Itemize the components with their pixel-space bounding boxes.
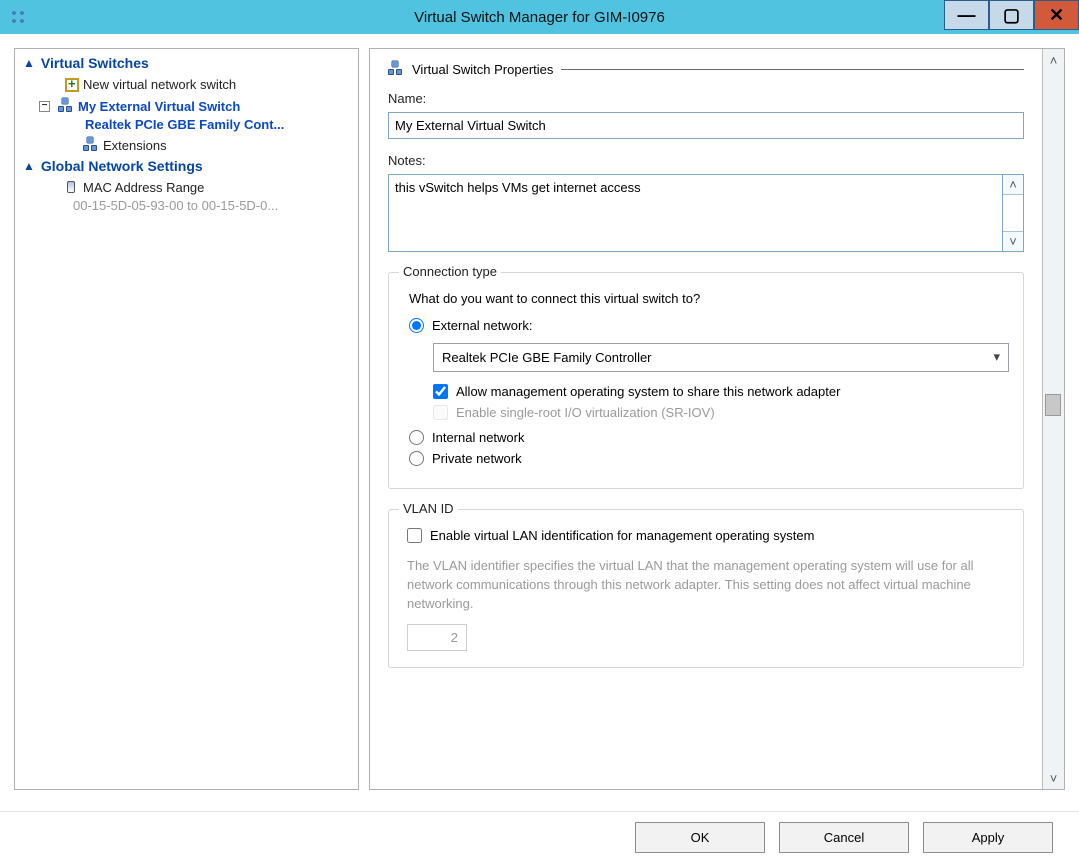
connection-type-question: What do you want to connect this virtual… — [409, 291, 1009, 306]
section-label: Virtual Switches — [41, 55, 149, 71]
name-input[interactable] — [388, 112, 1024, 139]
cancel-button[interactable]: Cancel — [779, 822, 909, 853]
new-switch-icon — [63, 76, 79, 92]
checkbox-label: Enable single-root I/O virtualization (S… — [456, 405, 715, 420]
main-scrollbar[interactable]: ˄ ˅ — [1042, 49, 1064, 789]
notes-label: Notes: — [388, 153, 1024, 168]
notes-textarea[interactable] — [388, 174, 1002, 252]
extensions-icon — [83, 137, 99, 153]
vlan-help-text: The VLAN identifier specifies the virtua… — [407, 557, 1005, 614]
window-title: Virtual Switch Manager for GIM-I0976 — [414, 9, 665, 26]
vswitch-icon — [58, 98, 74, 114]
dialog-footer: OK Cancel Apply — [0, 811, 1079, 867]
vswitch-icon — [388, 61, 404, 77]
close-button[interactable]: ✕ — [1034, 0, 1079, 30]
scroll-up-icon[interactable]: ˄ — [1003, 175, 1023, 195]
radio-label: External network: — [432, 318, 532, 333]
checkbox-label: Enable virtual LAN identification for ma… — [430, 528, 814, 543]
chevron-up-icon: ▲ — [23, 56, 35, 70]
collapse-icon[interactable]: − — [39, 101, 50, 112]
window-buttons: — ▢ ✕ — [944, 0, 1079, 30]
checkbox-enable-vlan-input[interactable] — [407, 528, 422, 543]
radio-private-network[interactable]: Private network — [409, 451, 1009, 466]
checkbox-sriov-input — [433, 405, 448, 420]
scroll-up-icon[interactable]: ˄ — [1043, 49, 1064, 71]
adapter-select-value: Realtek PCIe GBE Family Controller — [442, 350, 652, 365]
radio-internal-input[interactable] — [409, 430, 424, 445]
radio-label: Internal network — [432, 430, 525, 445]
maximize-button[interactable]: ▢ — [989, 0, 1034, 30]
tree-item-extensions[interactable]: Extensions — [15, 134, 358, 156]
checkbox-allow-management[interactable]: Allow management operating system to sha… — [433, 384, 1009, 399]
checkbox-sriov: Enable single-root I/O virtualization (S… — [433, 405, 1009, 420]
vlan-id-input — [407, 624, 467, 651]
tree-item-adapter-sub[interactable]: Realtek PCIe GBE Family Cont... — [15, 117, 358, 134]
connection-type-group: Connection type What do you want to conn… — [388, 272, 1024, 489]
content-area: ▲ Virtual Switches New virtual network s… — [0, 34, 1079, 804]
notes-scrollbar[interactable]: ˄ ˅ — [1002, 174, 1024, 252]
scroll-thumb[interactable] — [1045, 394, 1061, 416]
vlan-id-group: VLAN ID Enable virtual LAN identificatio… — [388, 509, 1024, 668]
apply-button[interactable]: Apply — [923, 822, 1053, 853]
tree-item-label: MAC Address Range — [83, 180, 204, 195]
ok-button[interactable]: OK — [635, 822, 765, 853]
checkbox-enable-vlan[interactable]: Enable virtual LAN identification for ma… — [407, 528, 1009, 543]
checkbox-allow-management-input[interactable] — [433, 384, 448, 399]
properties-header: Virtual Switch Properties — [388, 61, 1024, 77]
vlan-legend: VLAN ID — [399, 501, 458, 516]
radio-external-input[interactable] — [409, 318, 424, 333]
properties-header-label: Virtual Switch Properties — [412, 62, 553, 77]
radio-private-input[interactable] — [409, 451, 424, 466]
connection-type-legend: Connection type — [399, 264, 501, 279]
radio-label: Private network — [432, 451, 522, 466]
tree-item-label: Extensions — [103, 138, 167, 153]
radio-internal-network[interactable]: Internal network — [409, 430, 1009, 445]
radio-external-network[interactable]: External network: — [409, 318, 1009, 333]
mac-range-value: 00-15-5D-05-93-00 to 00-15-5D-0... — [15, 198, 358, 216]
scroll-down-icon[interactable]: ˅ — [1043, 767, 1064, 789]
titlebar: Virtual Switch Manager for GIM-I0976 — ▢… — [0, 0, 1079, 34]
checkbox-label: Allow management operating system to sha… — [456, 384, 840, 399]
tree-item-label: New virtual network switch — [83, 77, 236, 92]
header-divider — [561, 69, 1024, 70]
scroll-down-icon[interactable]: ˅ — [1003, 231, 1023, 251]
app-icon — [8, 7, 28, 27]
tree-item-selected-switch[interactable]: − My External Virtual Switch — [15, 95, 358, 117]
chevron-up-icon: ▲ — [23, 159, 35, 173]
tree-item-label: My External Virtual Switch — [78, 99, 240, 114]
tree-item-new-switch[interactable]: New virtual network switch — [15, 73, 358, 95]
mac-range-icon — [63, 179, 79, 195]
adapter-select[interactable]: Realtek PCIe GBE Family Controller — [433, 343, 1009, 372]
tree-item-mac-range[interactable]: MAC Address Range — [15, 176, 358, 198]
properties-panel: Virtual Switch Properties Name: Notes: ˄… — [369, 48, 1065, 790]
section-virtual-switches[interactable]: ▲ Virtual Switches — [15, 53, 358, 73]
section-label: Global Network Settings — [41, 158, 203, 174]
section-global-settings[interactable]: ▲ Global Network Settings — [15, 156, 358, 176]
sidebar-tree: ▲ Virtual Switches New virtual network s… — [14, 48, 359, 790]
name-label: Name: — [388, 91, 1024, 106]
minimize-button[interactable]: — — [944, 0, 989, 30]
